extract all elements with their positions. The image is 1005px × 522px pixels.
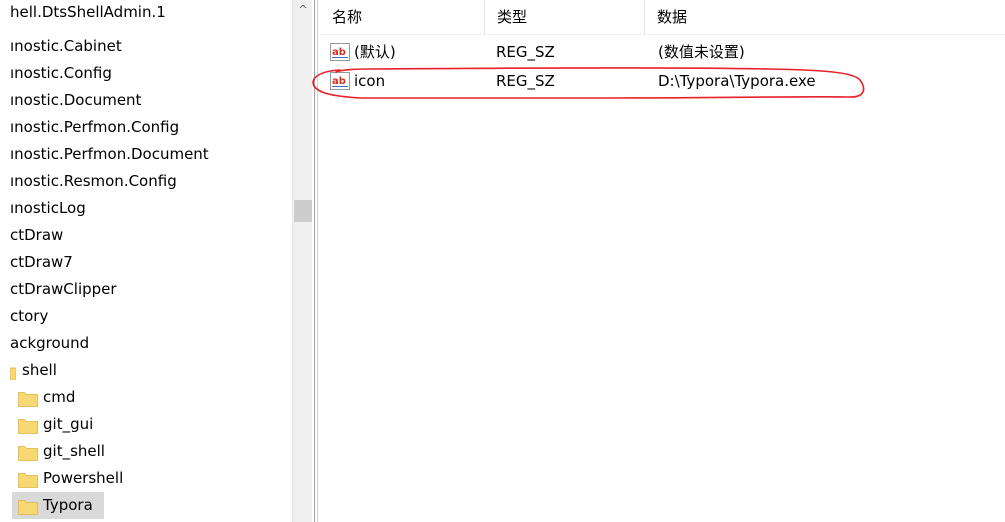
folder-icon bbox=[10, 367, 16, 380]
tree-item-diagnostic-resmon-config[interactable]: ınostic.Resmon.Config bbox=[10, 168, 177, 195]
tree-item-label: ınostic.Config bbox=[10, 64, 112, 82]
tree-item-label: ınostic.Document bbox=[10, 91, 142, 109]
value-name: (默认) bbox=[354, 43, 396, 61]
svg-text:ab: ab bbox=[332, 47, 346, 58]
tree-item-directory[interactable]: ctory bbox=[10, 303, 48, 330]
tree-item-label: git_gui bbox=[43, 415, 94, 433]
tree-item-diagnostic-perfmon-document[interactable]: ınostic.Perfmon.Document bbox=[10, 141, 209, 168]
folder-icon bbox=[18, 500, 38, 515]
tree-item-label: cmd bbox=[43, 388, 76, 406]
value-name: icon bbox=[354, 72, 386, 90]
folder-icon bbox=[18, 392, 38, 407]
tree-item-cmd[interactable]: cmd bbox=[0, 384, 75, 411]
value-type: REG_SZ bbox=[496, 43, 555, 61]
column-header-type[interactable]: 类型 bbox=[485, 0, 645, 34]
tree-item-label: ctDraw bbox=[10, 226, 64, 244]
registry-values-list: 名称 类型 数据 ab (默认) REG_SZ (数值未设置) ab icon … bbox=[320, 0, 1005, 522]
tree-item-label: hell.DtsShellAdmin.1 bbox=[10, 3, 166, 21]
tree-item-label: ackground bbox=[10, 334, 90, 352]
tree-item-diagnostic-cabinet[interactable]: ınostic.Cabinet bbox=[10, 33, 122, 60]
folder-icon bbox=[18, 419, 38, 434]
value-row-default[interactable]: ab (默认) REG_SZ (数值未设置) bbox=[320, 38, 1005, 66]
tree-item-label: shell bbox=[22, 361, 57, 379]
value-data: (数值未设置) bbox=[658, 43, 745, 61]
tree-item-git-gui[interactable]: git_gui bbox=[0, 411, 93, 438]
value-type: REG_SZ bbox=[496, 72, 555, 90]
string-value-icon: ab bbox=[330, 72, 350, 90]
column-header-row: 名称 类型 数据 bbox=[320, 0, 1005, 35]
tree-item-dtsshelladmin[interactable]: hell.DtsShellAdmin.1 bbox=[10, 0, 166, 26]
tree-item-diagnostic-document[interactable]: ınostic.Document bbox=[10, 87, 141, 114]
tree-item-label: Typora bbox=[43, 496, 93, 514]
column-header-data[interactable]: 数据 bbox=[645, 0, 1005, 34]
tree-item-diagnosticlog[interactable]: ınosticLog bbox=[10, 195, 86, 222]
tree-item-background[interactable]: ackground bbox=[10, 330, 89, 357]
column-header-name[interactable]: 名称 bbox=[320, 0, 485, 34]
tree-item-label: Powershell bbox=[43, 469, 124, 487]
tree-item-label: ctDrawClipper bbox=[10, 280, 117, 298]
registry-key-tree: hell.DtsShellAdmin.1 ınostic.Cabinet ıno… bbox=[0, 0, 292, 522]
tree-item-label: ınostic.Resmon.Config bbox=[10, 172, 177, 190]
tree-item-typora[interactable]: Typora bbox=[0, 492, 292, 519]
value-data: D:\Typora\Typora.exe bbox=[658, 72, 816, 90]
value-row-icon[interactable]: ab icon REG_SZ D:\Typora\Typora.exe bbox=[320, 67, 1005, 95]
tree-item-label: ınostic.Perfmon.Config bbox=[10, 118, 180, 136]
tree-item-powershell[interactable]: Powershell bbox=[0, 465, 123, 492]
string-value-icon: ab bbox=[330, 43, 350, 61]
scroll-up-arrow-icon[interactable]: ^ bbox=[293, 0, 313, 20]
folder-icon bbox=[18, 473, 38, 488]
tree-item-git-shell[interactable]: git_shell bbox=[0, 438, 105, 465]
svg-text:ab: ab bbox=[332, 76, 346, 87]
tree-item-label: ctory bbox=[10, 307, 49, 325]
scroll-thumb[interactable] bbox=[294, 200, 312, 222]
tree-scrollbar[interactable]: ^ bbox=[292, 0, 313, 522]
tree-item-label: ınosticLog bbox=[10, 199, 86, 217]
tree-item-label: ınostic.Cabinet bbox=[10, 37, 122, 55]
folder-icon bbox=[18, 446, 38, 461]
tree-item-directdraw[interactable]: ctDraw bbox=[10, 222, 63, 249]
tree-item-diagnostic-config[interactable]: ınostic.Config bbox=[10, 60, 112, 87]
tree-item-label: git_shell bbox=[43, 442, 105, 460]
tree-item-diagnostic-perfmon-config[interactable]: ınostic.Perfmon.Config bbox=[10, 114, 179, 141]
tree-item-shell[interactable]: shell bbox=[0, 357, 57, 384]
tree-item-label: ctDraw7 bbox=[10, 253, 73, 271]
tree-item-directdrawclipper[interactable]: ctDrawClipper bbox=[10, 276, 117, 303]
tree-item-directdraw7[interactable]: ctDraw7 bbox=[10, 249, 73, 276]
pane-splitter[interactable] bbox=[312, 0, 320, 522]
tree-item-label: ınostic.Perfmon.Document bbox=[10, 145, 209, 163]
